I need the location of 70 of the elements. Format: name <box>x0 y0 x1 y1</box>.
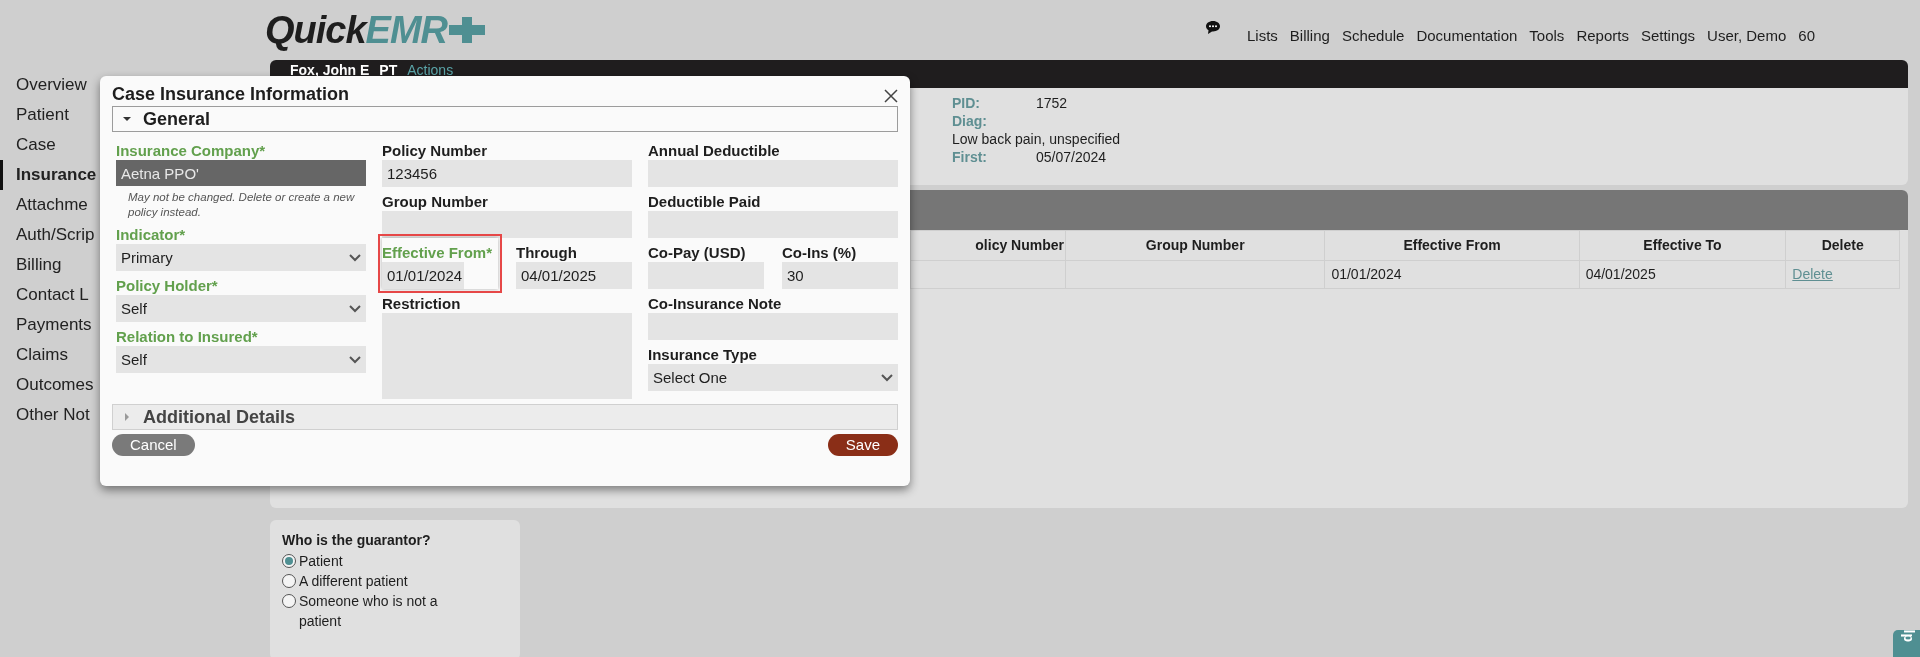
input-field[interactable]: 04/01/2025 <box>516 262 632 289</box>
field-label: Effective From* <box>382 244 494 262</box>
table-cell: 01/01/2024 <box>1331 266 1402 282</box>
field-label: Group Number <box>382 193 489 211</box>
radio-button[interactable] <box>282 574 296 588</box>
field-label: Co-Ins (%) <box>782 244 858 262</box>
column-header: Group Number <box>1065 230 1325 261</box>
option-label: Someone who is not a patient <box>299 592 439 631</box>
radio-button[interactable] <box>282 554 296 568</box>
caret-down-icon <box>123 115 131 123</box>
nav-link-item[interactable]: Documentation <box>1416 24 1518 48</box>
field-label: Co-Insurance Note <box>648 295 783 313</box>
logo: QuickEMR <box>265 11 488 49</box>
field-label: Policy Holder* <box>116 277 219 295</box>
helper-text: May not be changed. Delete or create a new policy instead. <box>126 190 356 220</box>
nav-link-item[interactable]: Schedule <box>1341 24 1405 48</box>
info-label: Diag: <box>952 112 988 130</box>
save-button[interactable]: Save <box>827 434 898 456</box>
column-header: Delete <box>1785 230 1900 261</box>
chevron-down-icon <box>349 253 361 262</box>
field-label: Deductible Paid <box>648 193 762 211</box>
option-label: A different patient <box>299 572 409 591</box>
select-field[interactable]: Self <box>116 346 366 373</box>
column-header: olicy Number <box>910 230 1066 261</box>
cancel-button[interactable]: Cancel <box>112 434 195 456</box>
info-value: 05/07/2024 <box>1036 149 1107 165</box>
field-label: Co-Pay (USD) <box>648 244 747 262</box>
nav-link-item[interactable]: Settings <box>1640 24 1696 48</box>
nav-link-item[interactable]: Billing <box>1289 24 1330 48</box>
field-label: Annual Deductible <box>648 142 781 160</box>
field-label: Relation to Insured* <box>116 328 259 346</box>
field-label: Indicator* <box>116 226 187 244</box>
info-value: Low back pain, unspecified <box>952 131 1121 147</box>
locked-field: Aetna PPO' <box>116 160 366 186</box>
nav-link-item[interactable]: Reports <box>1576 24 1629 48</box>
info-label: PID: <box>952 94 981 112</box>
guarantor-question: Who is the guarantor? <box>282 531 432 550</box>
chevron-down-icon <box>349 355 361 364</box>
patient-name: Fox, John E <box>290 61 370 80</box>
info-value: 1752 <box>1036 95 1068 111</box>
field-label: Insurance Company* <box>116 142 267 160</box>
radio-button[interactable] <box>282 594 296 608</box>
chevron-down-icon <box>881 373 893 382</box>
input-field[interactable]: 01/01/2024 <box>382 262 464 289</box>
select-field[interactable]: Primary <box>116 244 366 271</box>
field-label: Policy Number <box>382 142 489 160</box>
nav-link-item[interactable]: Tools <box>1529 24 1565 48</box>
field-label: Insurance Type <box>648 346 758 364</box>
column-header: Effective To <box>1579 230 1786 261</box>
session-counter: 60 <box>1798 25 1815 46</box>
caret-right-icon <box>123 413 131 421</box>
input-field[interactable] <box>382 211 632 238</box>
option-label: Patient <box>299 552 344 571</box>
chevron-down-icon <box>349 304 361 313</box>
input-field[interactable]: 30 <box>782 262 898 289</box>
table-cell: 04/01/2025 <box>1585 266 1656 282</box>
select-field[interactable]: Select One <box>648 364 898 391</box>
dialog-title: Case Insurance Information <box>112 83 350 106</box>
nav-link-item[interactable]: Lists <box>1247 24 1278 48</box>
help-tab[interactable]: lp <box>1893 630 1920 657</box>
column-header: Effective From <box>1324 230 1580 261</box>
discipline-label: PT <box>379 61 398 80</box>
section-header[interactable]: General <box>112 106 898 132</box>
field-label: Through <box>516 244 578 262</box>
nav-link-item[interactable]: User, Demo <box>1707 24 1787 48</box>
select-field[interactable]: Self <box>116 295 366 322</box>
field-label: Restriction <box>382 295 462 313</box>
info-label: First: <box>952 148 988 166</box>
section-header[interactable]: Additional Details <box>112 404 898 430</box>
input-field[interactable]: 123456 <box>382 160 632 187</box>
